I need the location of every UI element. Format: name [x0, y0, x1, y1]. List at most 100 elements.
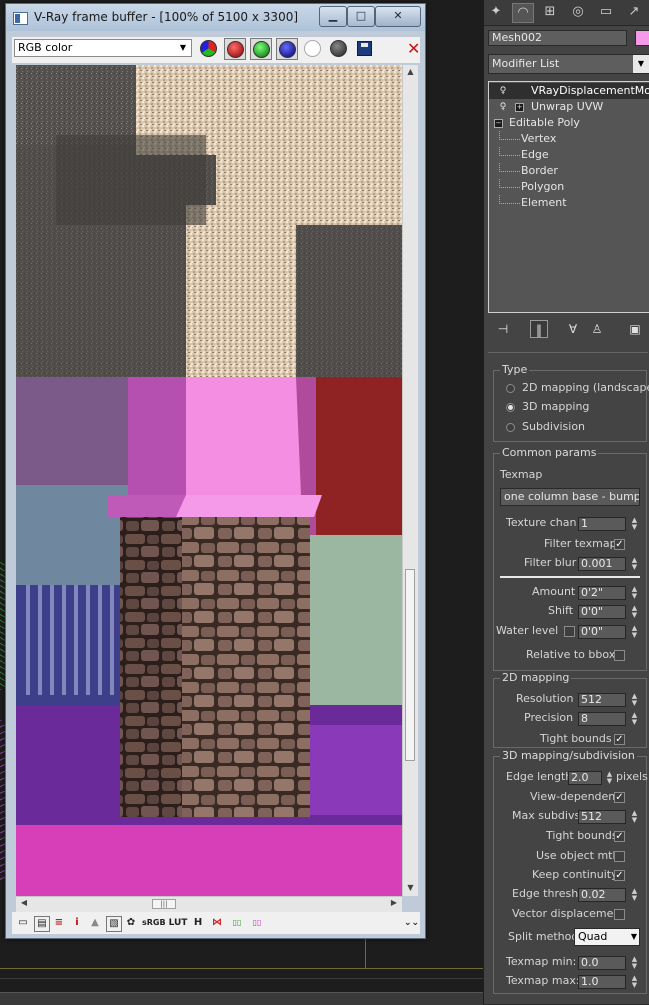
texmap-max-spinner[interactable]: ▲ ▼	[630, 975, 639, 989]
tab-hierarchy-icon[interactable]: ⊞	[540, 3, 560, 21]
monochrome-button[interactable]	[328, 38, 350, 60]
texmap-button[interactable]: one column base - bump.png)	[500, 488, 640, 506]
scroll-up-icon[interactable]: ▲	[403, 67, 418, 76]
texmap-max-field[interactable]: 1.0	[578, 975, 626, 989]
track-mouse-icon[interactable]: ▭	[16, 916, 30, 930]
texture-chan-field[interactable]: 1	[578, 517, 626, 531]
tab-create-icon[interactable]: ✦	[486, 3, 506, 21]
rgb-channels-button[interactable]	[198, 38, 220, 60]
max-subdivs-field[interactable]: 512	[578, 810, 626, 824]
water-level-field[interactable]: 0'0"	[578, 625, 626, 639]
window-titlebar[interactable]: V-Ray frame buffer - [100% of 5100 x 330…	[6, 4, 425, 31]
red-channel-button[interactable]	[224, 38, 246, 60]
settings-icon[interactable]: ✿	[124, 916, 138, 930]
render-elements-icon[interactable]: ≡	[52, 916, 66, 930]
texmap-min-field[interactable]: 0.0	[578, 956, 626, 970]
collapse-minus-icon[interactable]: −	[494, 119, 503, 128]
info-icon[interactable]: i	[70, 916, 84, 930]
save-image-button[interactable]	[354, 38, 376, 60]
radio-2d-mapping[interactable]	[506, 384, 515, 393]
edge-thresh-field[interactable]: 0.02	[578, 888, 626, 902]
show-end-result-icon[interactable]: ‖	[530, 320, 548, 338]
compare-a-icon[interactable]: ▯▯	[230, 916, 244, 930]
stack-item-unwrap-uvw[interactable]: ♀ + Unwrap UVW	[489, 99, 649, 115]
horizontal-scroll-thumb[interactable]: |||	[152, 899, 176, 909]
color-correction-icon[interactable]: ▧	[106, 916, 122, 932]
texture-chan-spinner[interactable]: ▲ ▼	[630, 517, 639, 531]
max-subdivs-spinner[interactable]: ▲ ▼	[630, 810, 639, 824]
lightbulb-icon[interactable]: ♀	[499, 102, 507, 112]
edge-length-spinner[interactable]: ▲ ▼	[605, 771, 614, 785]
tab-modify-icon[interactable]: ◠	[512, 3, 534, 23]
stack-item-editable-poly[interactable]: − Editable Poly	[489, 115, 649, 131]
scroll-left-icon[interactable]: ◀	[18, 898, 30, 907]
scroll-down-icon[interactable]: ▼	[403, 883, 418, 892]
split-method-select[interactable]: Quad ▼	[574, 928, 640, 946]
configure-sets-icon[interactable]: ▣	[626, 320, 644, 338]
pin-stack-icon[interactable]: ⊣	[494, 320, 512, 338]
stack-subobject-border[interactable]: Border	[489, 163, 649, 179]
shift-field[interactable]: 0'0"	[578, 605, 626, 619]
hdr-button[interactable]: H	[192, 916, 204, 930]
histogram-icon[interactable]: ▲	[88, 916, 102, 930]
filter-blur-field[interactable]: 0.001	[578, 557, 626, 571]
view-dependent-checkbox[interactable]: ✓	[614, 792, 625, 803]
tight-bounds-2d-checkbox[interactable]: ✓	[614, 734, 625, 745]
expand-toolbar-icon[interactable]: ⌄⌄	[404, 916, 419, 930]
filter-texmap-checkbox[interactable]: ✓	[614, 539, 625, 550]
vray-frame-buffer-window[interactable]: V-Ray frame buffer - [100% of 5100 x 330…	[5, 3, 426, 939]
radio-3d-mapping[interactable]	[506, 403, 515, 412]
tab-motion-icon[interactable]: ◎	[568, 3, 588, 21]
render-image[interactable]	[16, 65, 402, 896]
water-level-checkbox[interactable]	[564, 626, 575, 637]
vertical-scroll-thumb[interactable]	[405, 569, 415, 761]
compare-b-icon[interactable]: ▯▯	[250, 916, 264, 930]
clear-image-button[interactable]: ✕	[404, 38, 422, 60]
amount-spinner[interactable]: ▲ ▼	[630, 586, 639, 600]
modifier-list-dropdown[interactable]: Modifier List ▼	[488, 54, 649, 74]
blue-channel-button[interactable]	[276, 38, 298, 60]
use-object-mtl-checkbox[interactable]	[614, 851, 625, 862]
relative-bbox-checkbox[interactable]	[614, 650, 625, 661]
alpha-channel-button[interactable]	[302, 38, 324, 60]
make-unique-icon[interactable]: ∀	[564, 320, 582, 338]
lightbulb-icon[interactable]: ♀	[499, 86, 507, 96]
scroll-right-icon[interactable]: ▶	[388, 898, 400, 907]
precision-field[interactable]: 8	[578, 712, 626, 726]
close-button[interactable]: ✕	[375, 6, 421, 27]
edge-thresh-spinner[interactable]: ▲ ▼	[630, 888, 639, 902]
horizontal-scrollbar[interactable]: ◀ ||| ▶	[16, 896, 402, 912]
resolution-spinner[interactable]: ▲ ▼	[630, 693, 639, 707]
amount-field[interactable]: 0'2"	[578, 586, 626, 600]
modifier-stack[interactable]: ♀ VRayDisplacementMod ♀ + Unwrap UVW − E…	[488, 81, 649, 313]
stack-subobject-polygon[interactable]: Polygon	[489, 179, 649, 195]
resolution-field[interactable]: 512	[578, 693, 626, 707]
texmap-min-spinner[interactable]: ▲ ▼	[630, 956, 639, 970]
remove-modifier-icon[interactable]: ♙	[588, 320, 606, 338]
history-icon[interactable]: ▤	[34, 916, 50, 932]
stack-subobject-element[interactable]: Element	[489, 195, 649, 211]
filter-blur-spinner[interactable]: ▲ ▼	[630, 557, 639, 571]
precision-spinner[interactable]: ▲ ▼	[630, 712, 639, 726]
water-level-spinner[interactable]: ▲ ▼	[630, 625, 639, 639]
object-color-swatch[interactable]	[635, 30, 649, 46]
vertical-scrollbar[interactable]: ▲ ▼	[402, 65, 418, 896]
lens-effects-icon[interactable]: ⋈	[210, 916, 224, 930]
srgb-button[interactable]: sRGB	[142, 916, 166, 930]
keep-continuity-checkbox[interactable]: ✓	[614, 870, 625, 881]
object-name-field[interactable]: Mesh002	[488, 30, 627, 46]
tab-utilities-icon[interactable]: ↗	[624, 3, 644, 21]
tab-display-icon[interactable]: ▭	[596, 3, 616, 21]
tight-bounds-3d-checkbox[interactable]: ✓	[614, 831, 625, 842]
expand-plus-icon[interactable]: +	[515, 103, 524, 112]
stack-subobject-edge[interactable]: Edge	[489, 147, 649, 163]
shift-spinner[interactable]: ▲ ▼	[630, 605, 639, 619]
radio-subdivision[interactable]	[506, 423, 515, 432]
green-channel-button[interactable]	[250, 38, 272, 60]
stack-item-vraydisplacementmod[interactable]: ♀ VRayDisplacementMod	[489, 83, 649, 99]
stack-subobject-vertex[interactable]: Vertex	[489, 131, 649, 147]
lut-button[interactable]: LUT	[168, 916, 188, 930]
edge-length-field[interactable]: 2.0	[568, 771, 602, 785]
channel-select[interactable]: RGB color ▼	[14, 39, 192, 57]
minimize-button[interactable]: ▁	[319, 6, 347, 27]
